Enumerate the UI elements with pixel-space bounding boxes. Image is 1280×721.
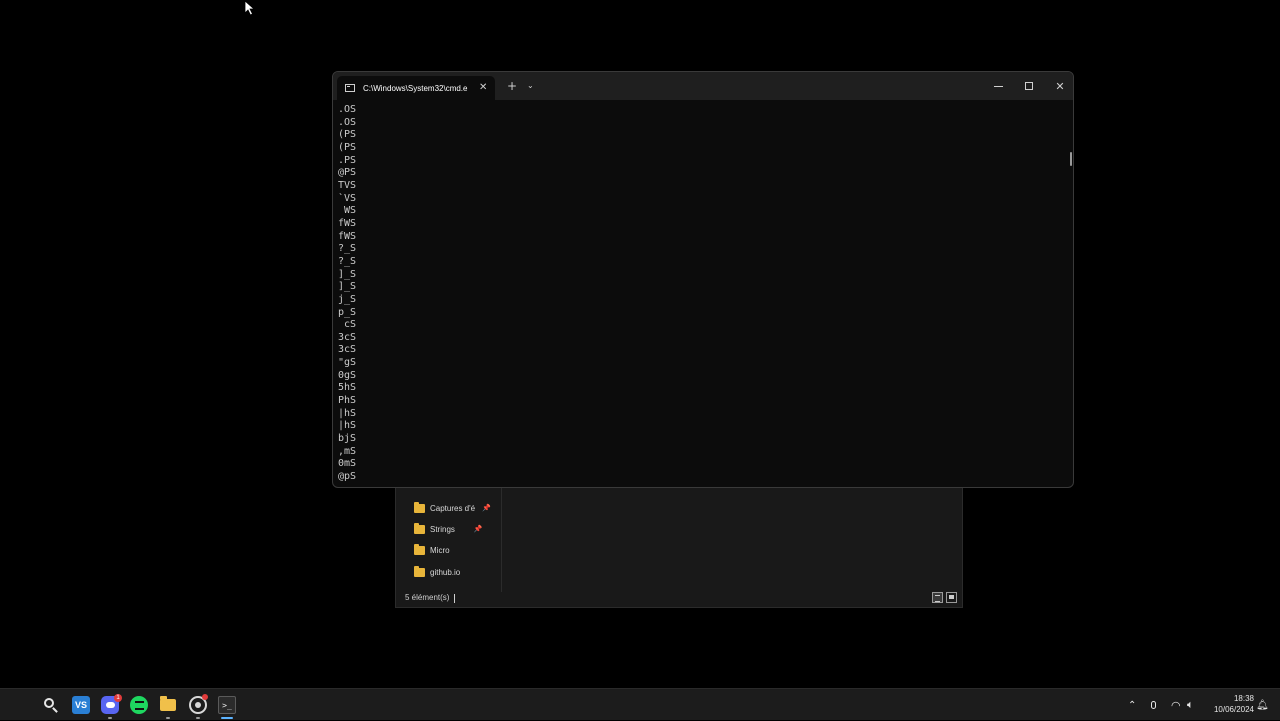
scrollbar-thumb[interactable]: [1070, 152, 1072, 166]
console-line: cS: [344, 319, 357, 331]
cmd-icon: [345, 84, 355, 92]
console-line: |hS: [338, 407, 357, 419]
clock[interactable]: 18:38 10/06/2024: [1204, 693, 1254, 715]
console-line: .PS: [338, 154, 357, 166]
console-line: 3cS: [338, 331, 357, 343]
running-indicator: [166, 717, 170, 719]
active-app-indicator: [221, 717, 233, 719]
nav-item-label: Captures d'é: [430, 503, 476, 513]
console-line: p_S: [338, 306, 357, 318]
notification-bell-icon[interactable]: 🔔︎: [1256, 689, 1269, 721]
console-line: "gS: [338, 357, 357, 369]
tiles-view-button[interactable]: [946, 592, 957, 603]
console-line: ]_S: [338, 281, 357, 293]
console-line: |hS: [338, 420, 357, 432]
nav-item-label: Micro: [430, 545, 450, 555]
terminal-icon[interactable]: >_: [218, 696, 236, 714]
console-line: .OS: [338, 116, 357, 128]
minimize-icon: [993, 85, 1003, 87]
terminal-window[interactable]: C:\Windows\System32\cmd.e ✕ + ⌄ ✕ .OS .O…: [332, 71, 1074, 488]
running-indicator: [196, 717, 200, 719]
console-line: .OS: [338, 104, 357, 115]
nav-item-micro[interactable]: Micro: [414, 541, 450, 559]
clock-date: 10/06/2024: [1213, 705, 1254, 714]
file-explorer-window[interactable]: Captures d'é 📌 Strings 📌 Micro github.io…: [395, 488, 963, 608]
console-line: 0gS: [338, 369, 357, 381]
console-line: WS: [344, 205, 357, 217]
recording-indicator: [202, 694, 208, 700]
folder-icon: [414, 501, 425, 513]
nav-item-label: github.io: [430, 567, 461, 577]
chevron-up-icon[interactable]: ⌃: [1128, 689, 1136, 721]
pin-icon: 📌: [482, 505, 491, 512]
nav-item-strings[interactable]: Strings 📌: [414, 520, 483, 538]
folder-icon: [414, 543, 425, 555]
search-icon[interactable]: [42, 696, 60, 714]
console-line: ,mS: [338, 445, 357, 457]
console-line: 3cS: [338, 344, 357, 356]
console-line: PhS: [338, 395, 357, 407]
status-separator: [454, 594, 455, 603]
taskbar: VS 1 >_ ⌃ ◠ 🔈︎ 18:38 10/06/2024 🔔︎: [0, 688, 1280, 720]
console-output[interactable]: .OS .OS (PS (PS .PS @PS TVS `VS WS fWS f…: [338, 104, 356, 484]
chevron-down-icon[interactable]: ⌄: [527, 81, 534, 90]
console-line: @pS: [338, 471, 357, 483]
console-line: 0mS: [338, 458, 357, 470]
explorer-navigation-pane[interactable]: Captures d'é 📌 Strings 📌 Micro github.io: [396, 488, 502, 592]
file-explorer-icon[interactable]: [159, 696, 177, 714]
console-line: bjS: [338, 433, 357, 445]
nav-item-github-io[interactable]: github.io: [414, 563, 460, 581]
visual-studio-icon[interactable]: VS: [72, 696, 90, 714]
terminal-titlebar[interactable]: C:\Windows\System32\cmd.e ✕ + ⌄ ✕: [333, 72, 1073, 100]
folder-icon: [414, 565, 425, 577]
new-tab-button[interactable]: +: [507, 80, 517, 92]
details-view-button[interactable]: [932, 592, 943, 603]
notification-badge: 1: [114, 694, 122, 702]
console-line: ?_S: [338, 243, 357, 255]
console-line: @PS: [338, 167, 357, 179]
status-item-count: 5 élément(s): [405, 593, 450, 602]
nav-item-label: Strings: [430, 524, 455, 534]
tab-close-icon[interactable]: ✕: [479, 83, 487, 93]
microphone-icon[interactable]: [1151, 689, 1156, 721]
wifi-icon[interactable]: ◠: [1171, 689, 1181, 721]
spotify-icon[interactable]: [130, 696, 148, 714]
console-line: (PS: [338, 141, 357, 153]
folder-icon: [414, 522, 425, 534]
console-line: fWS: [338, 230, 357, 242]
console-line: fWS: [338, 217, 357, 229]
running-indicator: [108, 717, 112, 719]
minimize-button[interactable]: [983, 76, 1013, 96]
console-line: j_S: [338, 293, 357, 305]
nav-item-captures[interactable]: Captures d'é 📌: [414, 499, 491, 517]
windows-start-icon[interactable]: [12, 696, 29, 713]
console-line: ]_S: [338, 268, 357, 280]
terminal-tab[interactable]: C:\Windows\System32\cmd.e ✕: [337, 76, 495, 100]
mouse-cursor-icon: [244, 0, 256, 16]
volume-icon[interactable]: 🔈︎: [1187, 689, 1194, 721]
clock-time: 18:38: [1233, 694, 1254, 703]
maximize-button[interactable]: [1014, 76, 1044, 96]
console-line: (PS: [338, 129, 357, 141]
console-line: TVS: [338, 179, 357, 191]
maximize-icon: [1025, 82, 1033, 90]
tab-title: C:\Windows\System32\cmd.e: [363, 83, 468, 93]
close-button[interactable]: ✕: [1045, 76, 1073, 96]
console-line: `VS: [338, 192, 357, 204]
console-line: ?_S: [338, 255, 357, 267]
console-line: 5hS: [338, 382, 357, 394]
pin-icon: 📌: [473, 526, 483, 533]
